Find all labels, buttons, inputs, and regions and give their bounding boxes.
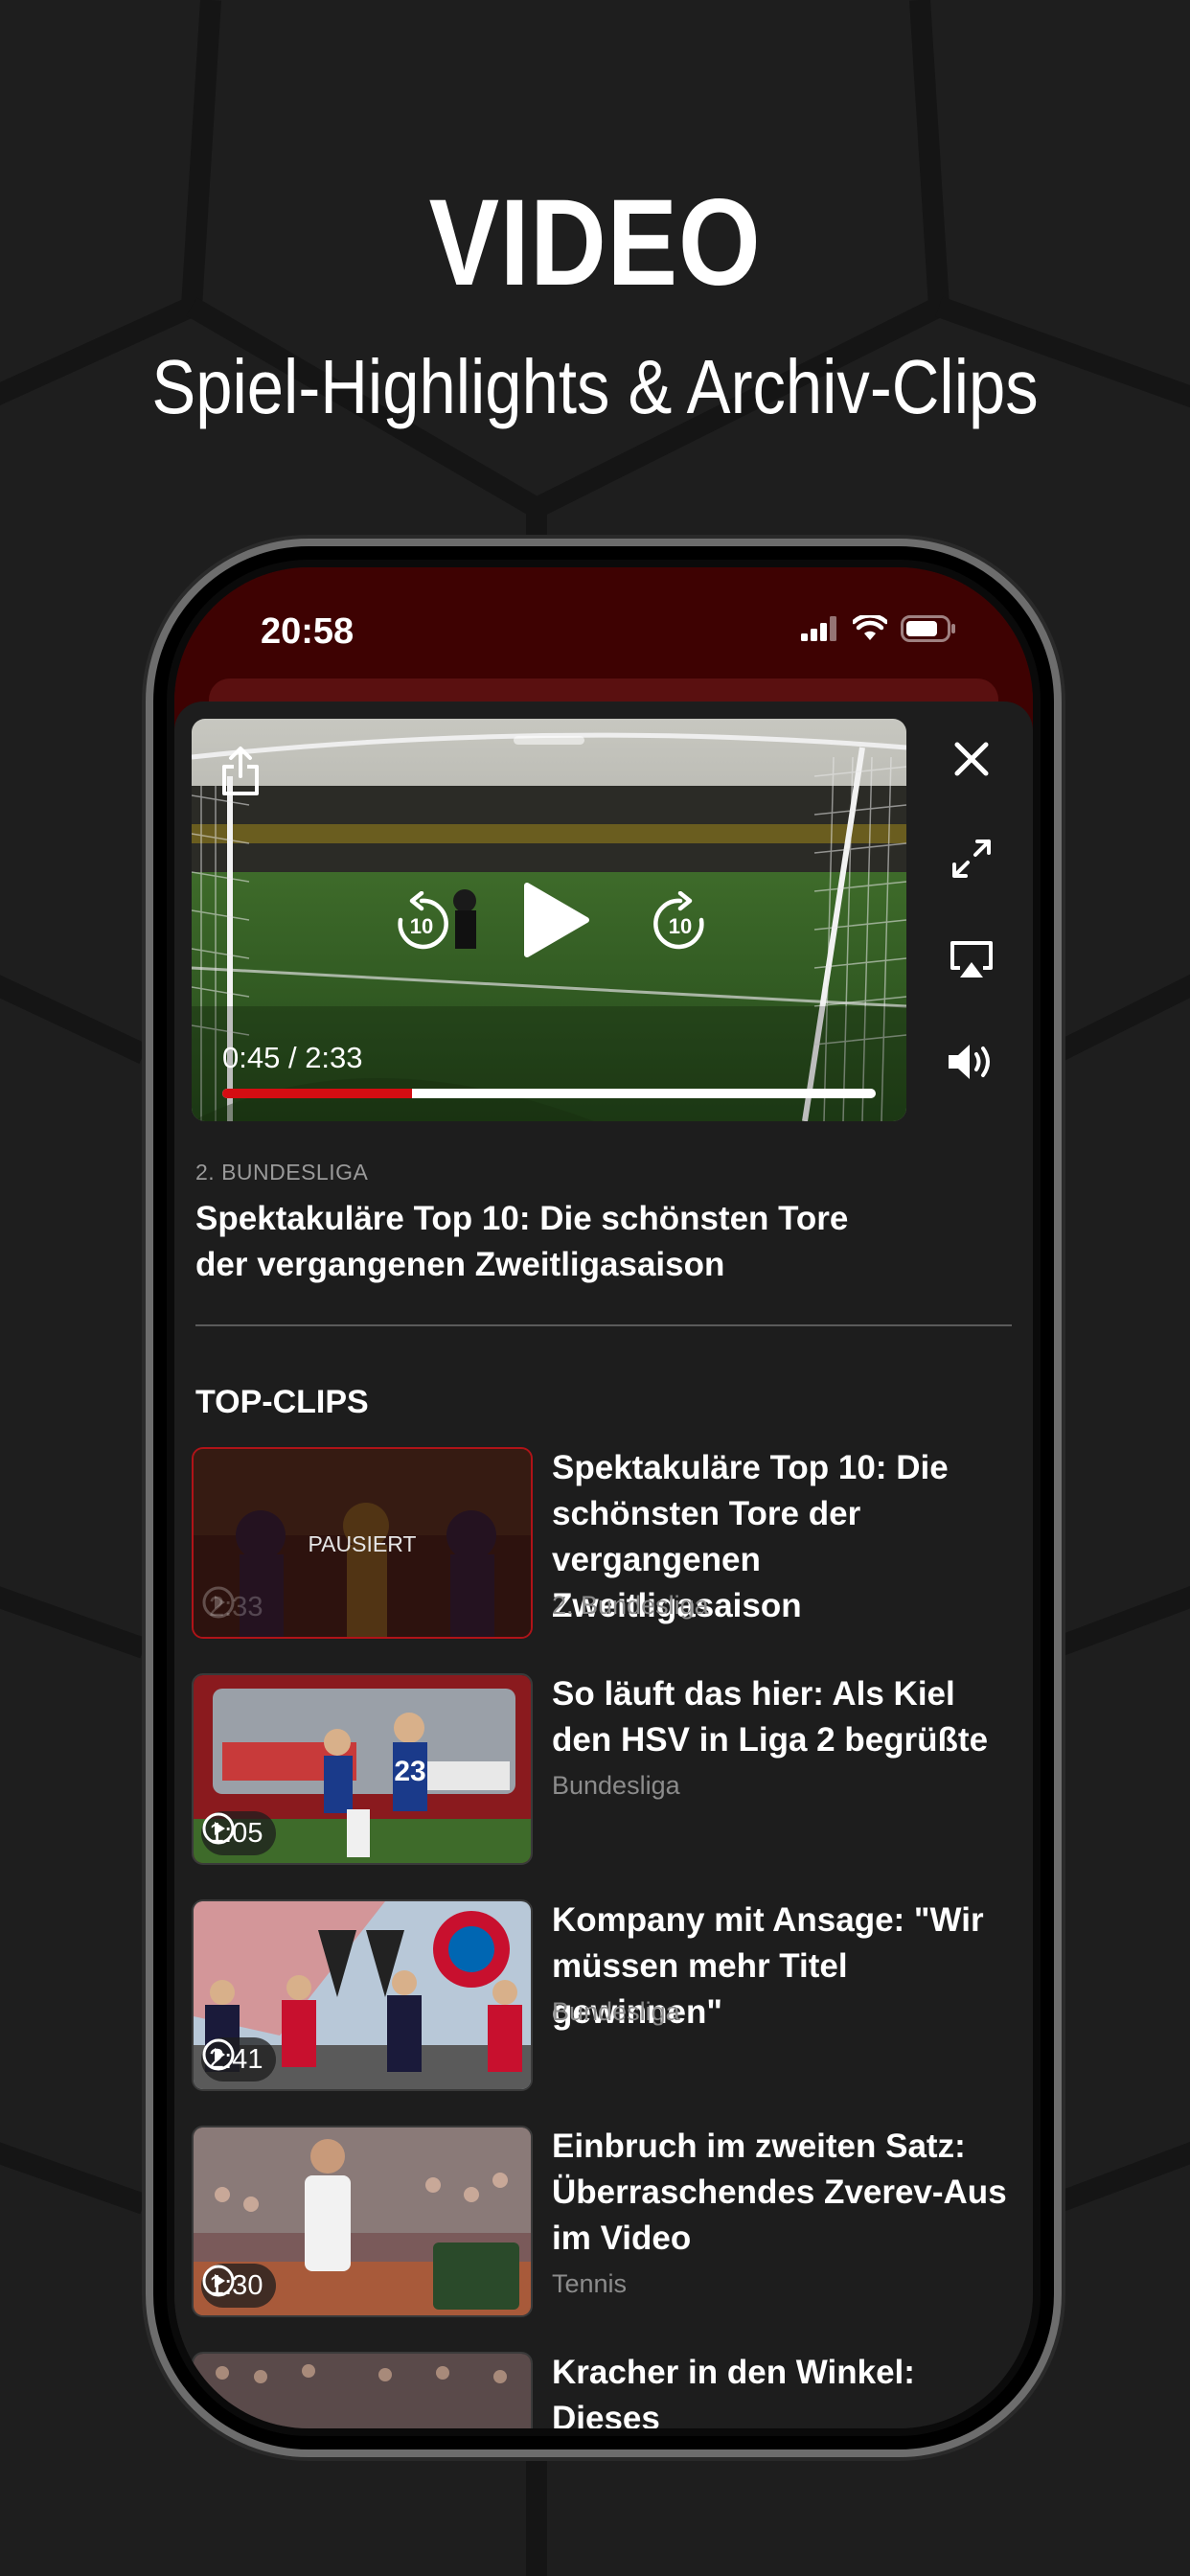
signal-icon	[801, 616, 836, 641]
time-readout: 0:45 / 2:33	[222, 1041, 363, 1075]
clip-thumbnail[interactable]: 23 1:05	[192, 1673, 533, 1865]
battery-icon	[901, 615, 955, 642]
total-duration: / 2:33	[287, 1041, 363, 1074]
share-button[interactable]	[220, 746, 261, 802]
rewind-seconds-label: 10	[410, 914, 433, 938]
video-sheet: 10 10 0:45 / 2:33 2. BUNDESLIGA Spektaku…	[174, 702, 1033, 2428]
clip-duration-badge: 1:05	[201, 1811, 277, 1855]
close-icon	[954, 742, 989, 776]
clip-category: Bundesliga	[552, 1997, 680, 2026]
rewind-10-button[interactable]: 10	[393, 890, 450, 957]
forward-seconds-label: 10	[669, 914, 692, 938]
clip-title[interactable]: Kracher in den Winkel: Dieses	[552, 2350, 1012, 2428]
clip-duration-badge: 2:41	[201, 2037, 277, 2082]
status-time: 20:58	[261, 611, 355, 652]
clip-duration-badge: 2:33	[201, 1585, 276, 1629]
video-league: 2. BUNDESLIGA	[195, 1160, 369, 1184]
divider	[195, 1324, 1012, 1326]
video-title: Spektakuläre Top 10: Die schönsten Tore …	[195, 1200, 849, 1283]
status-icons	[801, 615, 956, 642]
forward-10-icon: 10	[653, 890, 704, 950]
clip-title[interactable]: So läuft das hier: Als Kiel den HSV in L…	[552, 1671, 1012, 1763]
clip-item[interactable]: 23 1:05 So läuft das hier: Als Kiel den …	[192, 1673, 1016, 1865]
airplay-icon	[950, 941, 993, 978]
clip-duration-badge: 1:30	[201, 2264, 277, 2308]
clip-item[interactable]: 2:41 Kompany mit Ansage: "Wir müssen meh…	[192, 1899, 1016, 2091]
play-circle-icon	[202, 2038, 235, 2071]
share-icon	[222, 747, 259, 795]
clip-category: Tennis	[552, 2269, 628, 2298]
clip-thumbnail-image	[194, 2354, 531, 2428]
clip-thumbnail[interactable]: PAUSIERT 2:33	[192, 1447, 533, 1639]
airplay-button[interactable]	[933, 922, 1010, 999]
hero-title: VIDEO	[428, 174, 762, 311]
hero-subtitle: Spiel-Highlights & Archiv-Clips	[151, 344, 1039, 429]
clip-category: Bundesliga	[552, 1771, 680, 1800]
video-player[interactable]: 10 10 0:45 / 2:33	[192, 719, 906, 1121]
progress-fill	[222, 1089, 412, 1098]
svg-text:23: 23	[394, 1756, 425, 1787]
play-circle-icon	[202, 2265, 235, 2297]
clip-item[interactable]: 1:30 Einbruch im zweiten Satz: Überrasch…	[192, 2126, 1016, 2317]
clip-category: 2. Bundesliga	[552, 1591, 709, 1620]
play-circle-icon	[202, 1586, 235, 1619]
wifi-icon	[853, 615, 887, 640]
play-button[interactable]	[519, 880, 592, 965]
sheet-grabber[interactable]	[514, 736, 584, 745]
clip-item[interactable]: PAUSIERT 2:33 Spektakuläre Top 10: Die s…	[192, 1447, 1016, 1639]
clip-item[interactable]: Kracher in den Winkel: Dieses	[192, 2352, 1016, 2428]
play-circle-icon	[202, 1812, 235, 1845]
close-button[interactable]	[933, 721, 1010, 797]
forward-10-button[interactable]: 10	[652, 890, 709, 957]
fullscreen-icon	[952, 840, 991, 878]
clip-thumbnail[interactable]	[192, 2352, 533, 2428]
rewind-10-icon: 10	[398, 890, 448, 950]
clip-thumbnail[interactable]: 1:30	[192, 2126, 533, 2317]
section-title-top-clips: TOP-CLIPS	[195, 1384, 369, 1420]
play-icon	[524, 883, 589, 957]
paused-label: PAUSIERT	[308, 1531, 417, 1556]
clip-title[interactable]: Einbruch im zweiten Satz: Überraschendes…	[552, 2124, 1012, 2262]
volume-button[interactable]	[933, 1024, 1010, 1100]
volume-icon	[949, 1045, 990, 1079]
current-time: 0:45	[222, 1041, 281, 1074]
fullscreen-button[interactable]	[933, 820, 1010, 897]
phone-screen: 20:58 10 10 0:45 / 2:33 2. BUNDESLIGA Sp…	[174, 567, 1033, 2428]
progress-scrubber[interactable]	[222, 1089, 876, 1098]
clip-thumbnail[interactable]: 2:41	[192, 1899, 533, 2091]
